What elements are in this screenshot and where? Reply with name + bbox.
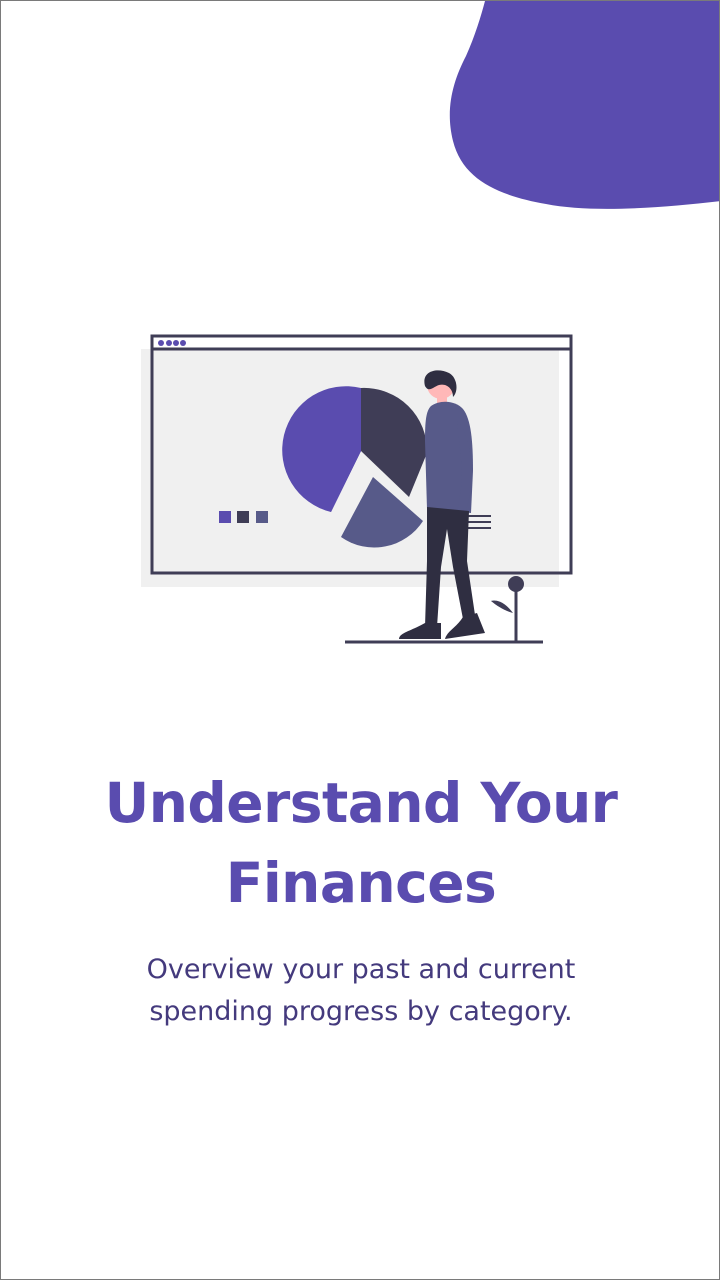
onboarding-subtitle: Overview your past and current spending … xyxy=(146,954,576,1027)
decorative-blob xyxy=(449,1,719,209)
onboarding-title: Understand Your Finances xyxy=(104,771,618,915)
onboarding-screen: Understand Your Finances Overview your p… xyxy=(0,0,720,1280)
finance-presentation-illustration xyxy=(141,334,573,644)
